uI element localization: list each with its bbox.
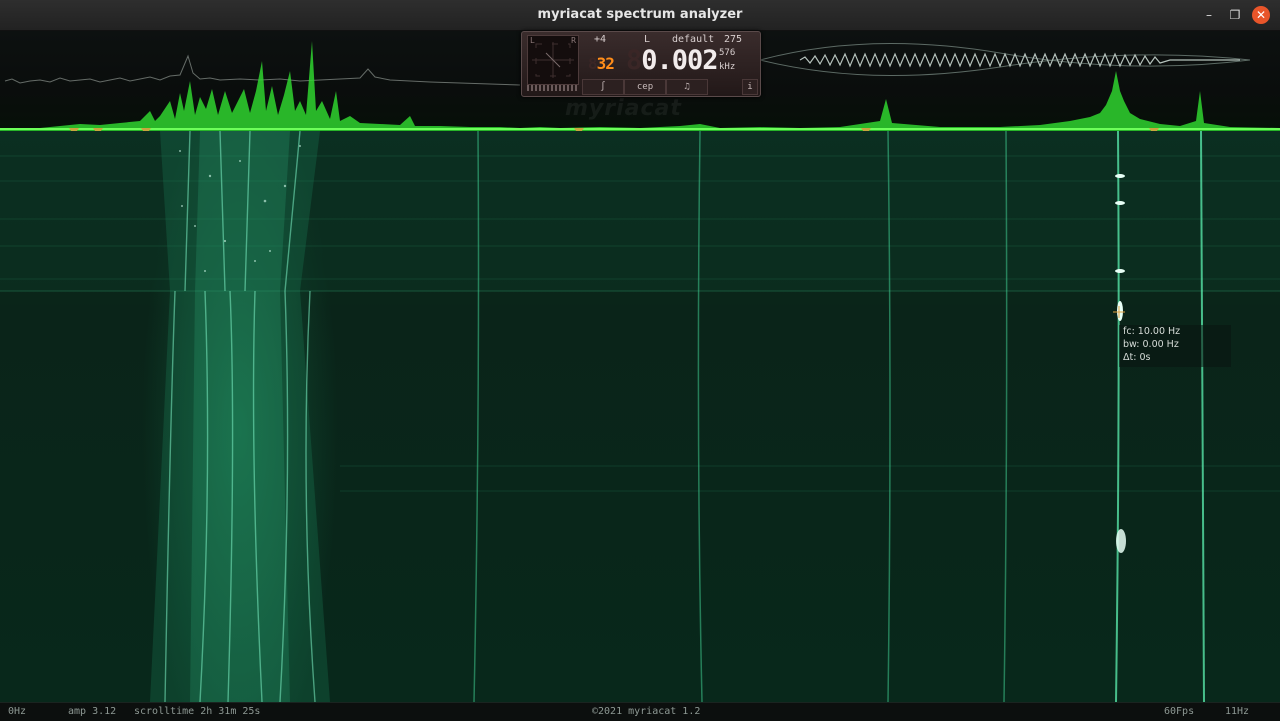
scroll-time[interactable]: scrolltime 2h 31m 25s bbox=[134, 706, 260, 717]
maximize-icon[interactable]: ❐ bbox=[1226, 6, 1244, 24]
window-title: myriacat spectrum analyzer bbox=[537, 7, 743, 22]
control-panel: L R +4 L default 275 832 80.002 576 kHz … bbox=[521, 31, 761, 97]
center-frequency: fc: 10.00 Hz bbox=[1123, 326, 1181, 337]
small-readout-value: 32 bbox=[596, 54, 615, 73]
channel-label[interactable]: L bbox=[644, 34, 650, 45]
copyright: ©2021 myriacat 1.2 bbox=[592, 706, 701, 717]
info-button[interactable]: i bbox=[742, 79, 758, 95]
scope-left-label: L bbox=[530, 36, 535, 45]
watermark-logo: myriacat bbox=[565, 96, 682, 121]
scope-right-label: R bbox=[571, 36, 576, 45]
level-meter bbox=[527, 85, 577, 91]
max-frequency: 11Hz bbox=[1225, 706, 1250, 717]
minimize-icon[interactable]: – bbox=[1200, 6, 1218, 24]
frequency-readout-value: 0.002 bbox=[641, 45, 718, 76]
sample-count: 576 bbox=[719, 48, 736, 58]
preset-label[interactable]: default bbox=[672, 34, 714, 45]
frequency-readout-ghost: 8 bbox=[626, 45, 642, 76]
music-button[interactable]: ♫ bbox=[666, 79, 708, 95]
stereo-scope[interactable]: L R bbox=[527, 35, 579, 85]
spectrogram-waterfall[interactable] bbox=[0, 131, 1280, 702]
unit-label: kHz bbox=[719, 62, 736, 72]
frame-count: 275 bbox=[724, 34, 743, 45]
panel-button-row: ∫ cep ♫ i bbox=[582, 79, 758, 95]
harmonics-button[interactable]: ∫ bbox=[582, 79, 624, 95]
title-bar: myriacat spectrum analyzer – ❐ ✕ bbox=[0, 0, 1280, 31]
close-icon[interactable]: ✕ bbox=[1252, 6, 1270, 24]
delta-time: Δt: 0s bbox=[1123, 352, 1151, 363]
harmonics-icon: ∫ bbox=[600, 82, 606, 92]
music-note-icon: ♫ bbox=[684, 82, 690, 92]
cep-button[interactable]: cep bbox=[624, 79, 666, 95]
frame-rate: 60Fps bbox=[1164, 706, 1195, 717]
crosshair-icon bbox=[1113, 306, 1125, 318]
offset-label: +4 bbox=[594, 34, 607, 45]
cursor-info-box: fc: 10.00 Hz bw: 0.00 Hz Δt: 0s bbox=[1119, 325, 1231, 367]
frequency-readout: 80.002 bbox=[626, 45, 719, 76]
min-frequency: 0Hz bbox=[8, 706, 27, 717]
small-readout: 832 bbox=[588, 54, 620, 74]
status-bar: 0Hz amp 3.12 scrolltime 2h 31m 25s ©2021… bbox=[0, 702, 1280, 721]
amplitude[interactable]: amp 3.12 bbox=[68, 706, 116, 717]
bandwidth: bw: 0.00 Hz bbox=[1123, 339, 1179, 350]
small-readout-ghost: 8 bbox=[588, 54, 598, 73]
